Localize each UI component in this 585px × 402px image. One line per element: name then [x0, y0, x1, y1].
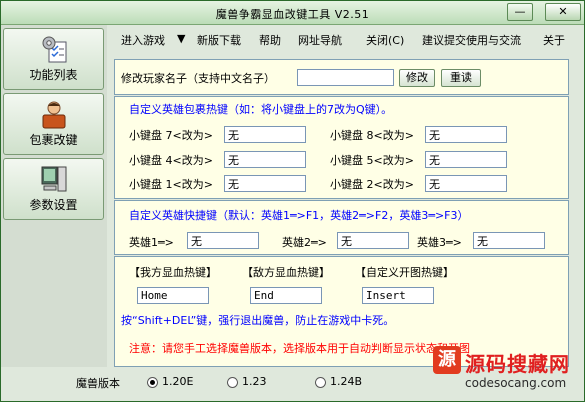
- numpad8-label: 小键盘 8<改为>: [330, 129, 414, 142]
- hero2-input[interactable]: [337, 232, 409, 249]
- numpad7-label: 小键盘 7<改为>: [129, 129, 213, 142]
- menu-feedback[interactable]: 建议提交使用与交流: [422, 32, 521, 48]
- menu-close[interactable]: 关闭(C): [366, 32, 404, 48]
- hero1-input[interactable]: [187, 232, 259, 249]
- window-title: 魔兽争霸显血改键工具 V2.51: [215, 8, 370, 21]
- menu-site-nav[interactable]: 网址导航: [298, 32, 342, 48]
- sidebar-item-label: 参数设置: [29, 198, 78, 212]
- user-bag-icon: [42, 101, 66, 129]
- watermark-brand: 源码搜藏网: [465, 352, 570, 376]
- watermark-logo-icon: 源: [433, 346, 461, 374]
- hero-hotkey-panel: 自定义英雄快捷键（默认：英雄1═>F1，英雄2═>F2，英雄3═>F3） 英雄1…: [114, 200, 569, 255]
- sidebar-item-feature-list[interactable]: 功能列表: [3, 28, 104, 90]
- map-hotkey-label: 【自定义开图热键】: [355, 266, 454, 279]
- version-radio-120e[interactable]: [147, 377, 158, 388]
- numpad4-input[interactable]: [224, 151, 306, 168]
- version-label: 魔兽版本: [76, 377, 120, 390]
- shift-del-note: 按“Shift+DEL”键，强行退出魔兽，防止在游戏中卡死。: [121, 314, 395, 327]
- menu-enter-game[interactable]: 进入游戏: [121, 32, 165, 48]
- hero1-label: 英雄1═>: [129, 236, 174, 249]
- sidebar-item-parameters[interactable]: 参数设置: [3, 158, 104, 220]
- version-radio-124b[interactable]: [315, 377, 326, 388]
- own-blood-label: 【我方显血热键】: [129, 266, 217, 279]
- inventory-panel-title: 自定义英雄包裹热键（如：将小键盘上的7改为Q键）。: [129, 103, 393, 116]
- watermark-url: codesocang.com: [465, 376, 567, 390]
- numpad2-label: 小键盘 2<改为>: [330, 178, 414, 191]
- numpad1-label: 小键盘 1<改为>: [129, 178, 213, 191]
- inventory-hotkey-panel: 自定义英雄包裹热键（如：将小键盘上的7改为Q键）。 小键盘 7<改为> 小键盘 …: [114, 96, 569, 199]
- close-button[interactable]: ✕: [545, 3, 581, 21]
- sidebar-item-label: 包裹改键: [29, 133, 78, 147]
- modify-button[interactable]: 修改: [399, 69, 435, 87]
- version-option-124b[interactable]: 1.24B: [330, 375, 362, 388]
- numpad4-label: 小键盘 4<改为>: [129, 154, 213, 167]
- version-option-120e[interactable]: 1.20E: [162, 375, 193, 388]
- numpad7-input[interactable]: [224, 126, 306, 143]
- sidebar: 功能列表 包裹改键 参数设置: [1, 25, 107, 391]
- hero2-label: 英雄2═>: [282, 236, 327, 249]
- numpad5-input[interactable]: [425, 151, 507, 168]
- version-radio-123[interactable]: [227, 377, 238, 388]
- menu-bar: 进入游戏 ▼ 新版下载 帮助 网址导航 关闭(C) 建议提交使用与交流 关于: [108, 28, 584, 50]
- numpad1-input[interactable]: [224, 175, 306, 192]
- menu-dropdown-arrow[interactable]: ▼: [177, 32, 185, 45]
- minimize-button[interactable]: —: [507, 3, 533, 21]
- reset-button[interactable]: 重读: [441, 69, 481, 87]
- rename-panel: 修改玩家名子（支持中文名子） 修改 重读: [114, 59, 569, 95]
- title-bar[interactable]: 魔兽争霸显血改键工具 V2.51 — ✕: [1, 1, 584, 25]
- menu-about[interactable]: 关于: [543, 32, 565, 48]
- version-warning: 注意：请您手工选择魔兽版本，选择版本用于自动判断显示状态和开图: [129, 342, 470, 355]
- map-hotkey-input[interactable]: [362, 287, 434, 304]
- rename-label: 修改玩家名子（支持中文名子）: [121, 72, 275, 85]
- numpad8-input[interactable]: [425, 126, 507, 143]
- computer-icon: [41, 166, 67, 192]
- enemy-blood-input[interactable]: [250, 287, 322, 304]
- numpad5-label: 小键盘 5<改为>: [330, 154, 414, 167]
- site-watermark: 源 源码搜藏网 codesocang.com: [433, 346, 583, 401]
- version-option-123[interactable]: 1.23: [242, 375, 267, 388]
- settings-checklist-icon: [42, 36, 67, 63]
- sidebar-item-label: 功能列表: [29, 68, 78, 82]
- sidebar-item-inventory-keys[interactable]: 包裹改键: [3, 93, 104, 155]
- menu-help[interactable]: 帮助: [259, 32, 281, 48]
- menu-download-new[interactable]: 新版下载: [197, 32, 241, 48]
- hero-panel-title: 自定义英雄快捷键（默认：英雄1═>F1，英雄2═>F2，英雄3═>F3）: [129, 209, 469, 222]
- enemy-blood-label: 【敌方显血热键】: [242, 266, 330, 279]
- player-name-input[interactable]: [297, 69, 394, 86]
- own-blood-input[interactable]: [137, 287, 209, 304]
- numpad2-input[interactable]: [425, 175, 507, 192]
- app-window: 魔兽争霸显血改键工具 V2.51 — ✕ 功能列表 包裹改键 参数设置 进入游戏…: [0, 0, 585, 402]
- hero3-input[interactable]: [473, 232, 545, 249]
- hero3-label: 英雄3═>: [417, 236, 462, 249]
